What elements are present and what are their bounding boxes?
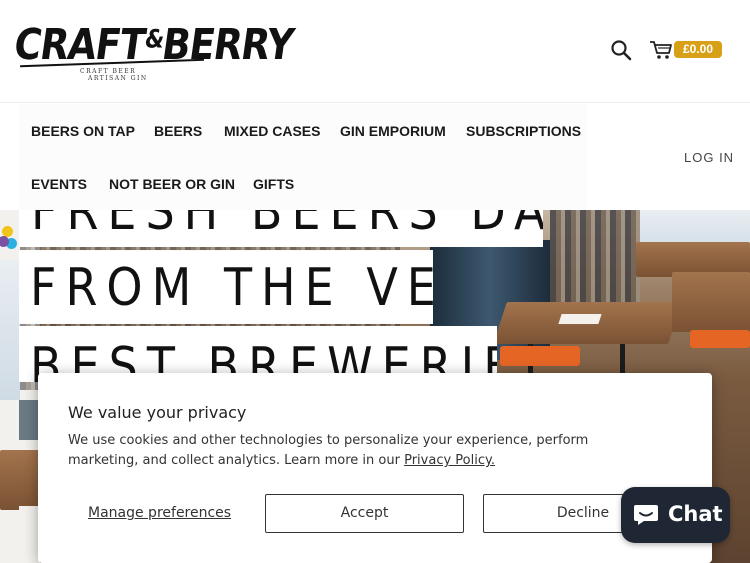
nav-item-subscriptions[interactable]: SUBSCRIPTIONS [466,123,581,139]
site-header: CRAFT&BERRY CRAFT BEER ARTISAN GIN £0.00 [0,0,750,103]
nav-item-beers-on-tap[interactable]: BEERS ON TAP [31,123,135,139]
nav-item-beers[interactable]: BEERS [154,123,202,139]
nav-item-events[interactable]: EVENTS [31,176,87,192]
nav-item-gin-emporium[interactable]: GIN EMPORIUM [340,123,446,139]
hero-window [0,260,20,400]
hero-headline-line2: FROM THE VERY [19,250,433,324]
chat-bubble-icon [632,503,660,527]
hero-panel [19,400,39,440]
nav-item-mixed-cases[interactable]: MIXED CASES [224,123,320,139]
nav-item-not-beer-or-gin[interactable]: NOT BEER OR GIN [109,176,235,192]
hero-table-right [672,272,750,332]
hero-table-left [0,450,40,510]
logo-tagline-top: CRAFT BEER [80,68,137,75]
chat-button[interactable]: Chat [621,487,730,543]
search-icon[interactable] [609,38,633,62]
nav-item-gifts[interactable]: GIFTS [253,176,294,192]
accept-button[interactable]: Accept [265,494,464,533]
privacy-policy-link[interactable]: Privacy Policy. [404,453,495,468]
cart-icon[interactable] [649,39,673,61]
hero-stool [690,330,750,348]
hero-panel-lower [19,506,39,563]
main-navigation: BEERS ON TAP BEERS MIXED CASES GIN EMPOR… [19,104,587,210]
brand-logo[interactable]: CRAFT&BERRY CRAFT BEER ARTISAN GIN [11,16,296,88]
cart-total-badge[interactable]: £0.00 [674,41,722,58]
logo-tagline-bottom: ARTISAN GIN [88,75,148,82]
hero-stool [500,346,580,366]
login-link[interactable]: LOG IN [684,150,734,165]
cookie-banner-title: We value your privacy [68,403,247,422]
manage-preferences-button[interactable]: Manage preferences [88,505,231,521]
cookie-banner-text: We use cookies and other technologies to… [68,433,589,468]
cookie-banner-body: We use cookies and other technologies to… [68,431,628,471]
hero-menu-card [558,314,602,324]
chat-label: Chat [668,502,723,526]
cookie-consent-banner: We value your privacy We use cookies and… [38,373,712,563]
hero-headline-line1: FRESH BEERS DAILY [19,210,543,247]
